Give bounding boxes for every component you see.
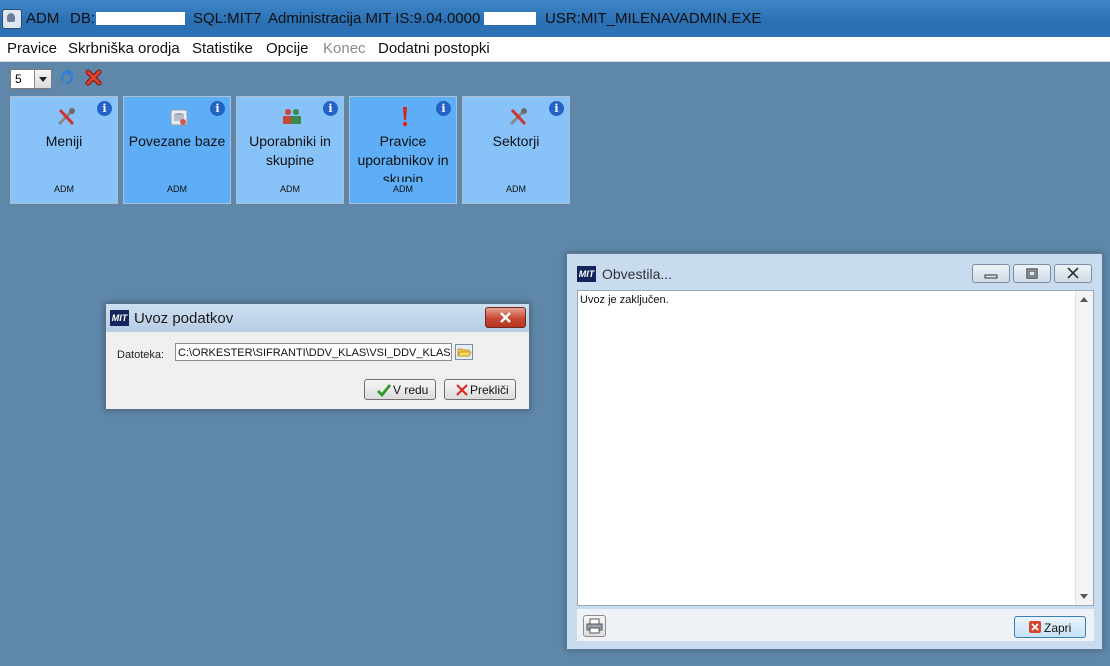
menu-skrbniska-orodja[interactable]: Skrbniška orodja (68, 40, 180, 57)
database-link-icon (170, 109, 188, 126)
tile-sub: ADM (54, 184, 74, 194)
redacted-value (484, 12, 536, 25)
menu-opcije[interactable]: Opcije (266, 40, 309, 57)
title-adm: ADM (26, 10, 60, 27)
tile-label: Meniji (45, 133, 83, 149)
app-titlebar: ADM DB: SQL:MIT7 Administracija MIT IS:9… (0, 0, 1110, 37)
checkmark-icon (377, 384, 391, 397)
restore-button[interactable] (1013, 264, 1051, 283)
delete-icon[interactable] (85, 69, 102, 86)
tile-sub: ADM (393, 184, 413, 194)
info-icon[interactable]: i (210, 101, 225, 116)
tools-icon (509, 108, 527, 126)
notifications-window: MIT Obvestila... Uvoz je zaključen. Zapr… (566, 253, 1103, 650)
scroll-down-icon[interactable] (1080, 594, 1088, 599)
mit-logo: MIT (577, 266, 596, 282)
import-dialog-titlebar[interactable]: MIT Uvoz podatkov (106, 304, 529, 332)
app-icon[interactable] (2, 9, 22, 29)
ok-label: V redu (393, 383, 429, 397)
cancel-button[interactable]: Prekliči (444, 379, 516, 400)
title-exe: VADMIN.EXE (670, 10, 762, 27)
zapri-label: Zapri (1044, 621, 1072, 635)
restore-icon (1026, 268, 1038, 279)
tile-sub: ADM (506, 184, 526, 194)
file-label: Datoteka: (117, 349, 165, 361)
count-select[interactable]: 5 (10, 69, 52, 89)
folder-open-icon[interactable] (455, 344, 473, 360)
import-dialog: MIT Uvoz podatkov Datoteka: C:\ORKESTER\… (105, 303, 530, 410)
exclamation-icon (402, 107, 408, 127)
info-icon[interactable]: i (97, 101, 112, 116)
menu-bar: Pravice Skrbniška orodja Statistike Opci… (0, 37, 1110, 62)
menu-pravice[interactable]: Pravice (7, 40, 57, 57)
info-icon[interactable]: i (549, 101, 564, 116)
cancel-x-icon (456, 384, 468, 396)
tile-label: Povezane baze (128, 133, 226, 149)
tile-label: Uporabniki in skupine (249, 133, 331, 168)
close-icon (1067, 267, 1079, 279)
count-select-value: 5 (15, 72, 22, 86)
mit-logo: MIT (110, 310, 129, 326)
menu-konec[interactable]: Konec (323, 40, 366, 57)
tile-label: Sektorji (492, 133, 540, 149)
message-text: Uvoz je zaključen. (580, 294, 669, 306)
title-user: USR:MIT_MILENA (545, 10, 671, 27)
tile-uporabniki-in-skupine[interactable]: i Uporabniki in skupine ADM (236, 96, 344, 204)
menu-dodatni-postopki[interactable]: Dodatni postopki (378, 40, 490, 57)
minimize-icon (984, 274, 998, 279)
refresh-icon[interactable] (59, 69, 75, 85)
info-icon[interactable]: i (436, 101, 451, 116)
menu-statistike[interactable]: Statistike (192, 40, 253, 57)
ok-button[interactable]: V redu (364, 379, 436, 400)
import-dialog-close-button[interactable] (485, 307, 526, 328)
tile-meniji[interactable]: i Meniji ADM (10, 96, 118, 204)
chevron-down-icon[interactable] (34, 70, 51, 88)
tile-sub: ADM (280, 184, 300, 194)
tile-pravice-uporabnikov[interactable]: i Pravice uporabnikov in skupin ADM (349, 96, 457, 204)
printer-icon (586, 618, 603, 634)
notifications-footer: Zapri (577, 609, 1094, 641)
close-icon (1029, 621, 1041, 633)
tools-icon (57, 108, 75, 126)
cancel-label: Prekliči (470, 383, 509, 397)
close-button[interactable] (1054, 264, 1092, 283)
import-dialog-title: Uvoz podatkov (134, 310, 234, 327)
file-path-input[interactable]: C:\ORKESTER\SIFRANTI\DDV_KLAS\VSI_DDV_KL… (175, 343, 452, 361)
redacted-db-name (96, 12, 185, 25)
notifications-title: Obvestila... (602, 266, 673, 282)
zapri-button[interactable]: Zapri (1014, 616, 1086, 638)
minimize-button[interactable] (972, 264, 1010, 283)
tile-label: Pravice uporabnikov in skupin (357, 133, 449, 182)
scroll-up-icon[interactable] (1080, 297, 1088, 302)
print-button[interactable] (583, 615, 606, 637)
tile-povezane-baze[interactable]: i Povezane baze ADM (123, 96, 231, 204)
info-icon[interactable]: i (323, 101, 338, 116)
users-icon (283, 109, 301, 124)
vertical-scrollbar[interactable] (1075, 291, 1093, 605)
message-area[interactable]: Uvoz je zaključen. (577, 290, 1094, 606)
close-icon (500, 312, 511, 323)
title-app: Administracija MIT IS:9.04.0000 (268, 10, 481, 27)
tile-sub: ADM (167, 184, 187, 194)
title-sql: SQL:MIT7 (193, 10, 262, 27)
title-db: DB: (70, 10, 96, 27)
tile-sektorji[interactable]: i Sektorji ADM (462, 96, 570, 204)
